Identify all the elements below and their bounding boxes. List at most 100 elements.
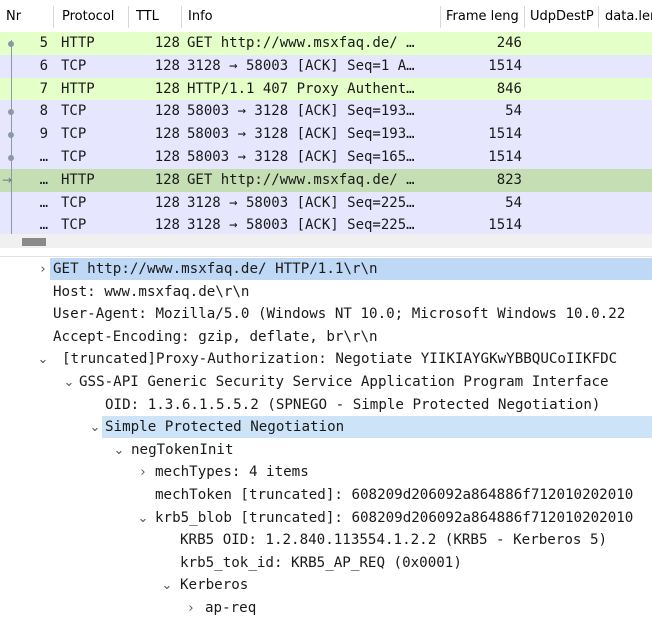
- packet-protocol: HTTP: [61, 35, 95, 51]
- tree-node-label: OID: 1.3.6.1.5.5.2 (SPNEGO - Simple Prot…: [105, 396, 601, 413]
- packet-protocol: TCP: [61, 149, 87, 165]
- tree-node[interactable]: OID: 1.3.6.1.5.5.2 (SPNEGO - Simple Prot…: [0, 394, 652, 417]
- packet-number: …: [39, 149, 48, 165]
- packet-ttl: 128: [154, 126, 180, 143]
- tree-node-label: krb5_tok_id: KRB5_AP_REQ (0x0001): [180, 554, 462, 571]
- packet-number: …: [39, 171, 48, 188]
- tree-node[interactable]: ⌄ krb5_blob [truncated]: 608209d206092a86…: [0, 507, 652, 530]
- packet-row[interactable]: … TCP 128 3128 → 58003 [ACK] Seq=225… 1514: [0, 214, 652, 235]
- column-header-protocol[interactable]: Protocol: [62, 0, 126, 32]
- packet-protocol: TCP: [61, 217, 87, 234]
- tree-node[interactable]: ⌄ negTokenInit: [0, 439, 652, 462]
- packet-frame-length: 846: [496, 80, 522, 97]
- chevron-down-icon[interactable]: ⌄: [62, 371, 76, 394]
- column-header-nr[interactable]: Nr: [6, 0, 46, 32]
- tree-node-label: ap-req: [205, 600, 257, 616]
- packet-protocol: HTTP: [61, 80, 95, 97]
- tree-node[interactable]: mechToken [truncated]: 608209d206092a864…: [0, 484, 652, 507]
- packet-number: 9: [39, 126, 48, 143]
- tree-node-label: krb5_blob [truncated]: 608209d206092a864…: [155, 509, 634, 526]
- packet-number: 7: [39, 80, 48, 97]
- packet-row[interactable]: … TCP 128 58003 → 3128 [ACK] Seq=165… 1514: [0, 146, 652, 169]
- packet-number: 8: [39, 103, 48, 120]
- horizontal-scrollbar[interactable]: [0, 234, 652, 248]
- packet-info: 3128 → 58003 [ACK] Seq=225…: [187, 194, 415, 211]
- tree-node[interactable]: KRB5 OID: 1.2.840.113554.1.2.2 (KRB5 - K…: [0, 529, 652, 552]
- packet-protocol: TCP: [61, 57, 87, 74]
- packet-info: 58003 → 3128 [ACK] Seq=193…: [187, 103, 415, 120]
- tree-node[interactable]: ⌄ Simple Protected Negotiation: [0, 416, 652, 439]
- packet-list: Nr Protocol TTL Info Frame leng UdpDestP…: [0, 0, 652, 235]
- chevron-down-icon[interactable]: ⌄: [112, 439, 126, 462]
- packet-ttl: 128: [154, 103, 180, 120]
- tree-node[interactable]: ⌄ Kerberos: [0, 574, 652, 597]
- chevron-right-icon[interactable]: ›: [136, 461, 150, 484]
- chevron-down-icon[interactable]: ⌄: [36, 348, 50, 371]
- conversation-marker-icon: [8, 108, 14, 115]
- packet-frame-length: 54: [505, 103, 522, 120]
- packet-frame-length: 1514: [488, 149, 522, 165]
- chevron-down-icon[interactable]: ⌄: [160, 574, 174, 597]
- packet-number: 6: [39, 57, 48, 74]
- tree-node-label: negTokenInit: [131, 441, 234, 458]
- packet-row[interactable]: 6 TCP 128 3128 → 58003 [ACK] Seq=1 A… 1514: [0, 54, 652, 78]
- tree-node-label: mechToken [truncated]: 608209d206092a864…: [155, 487, 634, 503]
- packet-info: 3128 → 58003 [ACK] Seq=1 A…: [187, 57, 415, 74]
- chevron-right-icon[interactable]: ›: [36, 258, 50, 281]
- tree-node[interactable]: › GET http://www.msxfaq.de/ HTTP/1.1\r\n: [0, 258, 652, 281]
- packet-frame-length: 246: [496, 35, 522, 51]
- chevron-down-icon[interactable]: ⌄: [88, 416, 102, 439]
- pane-divider[interactable]: [0, 256, 652, 257]
- chevron-right-icon[interactable]: ›: [184, 597, 198, 620]
- packet-ttl: 128: [154, 171, 180, 188]
- packet-frame-length: 1514: [488, 217, 522, 234]
- tree-node[interactable]: Host: www.msxfaq.de\r\n: [0, 281, 652, 304]
- packet-number: 5: [39, 35, 48, 51]
- packet-row[interactable]: 8 TCP 128 58003 → 3128 [ACK] Seq=193… 54: [0, 100, 652, 124]
- packet-row[interactable]: 5 HTTP 128 GET http://www.msxfaq.de/ … 246: [0, 32, 652, 55]
- packet-info: 58003 → 3128 [ACK] Seq=193…: [187, 126, 415, 143]
- packet-row[interactable]: 9 TCP 128 58003 → 3128 [ACK] Seq=193… 1514: [0, 123, 652, 146]
- conversation-marker-icon: [8, 40, 14, 47]
- packet-info: 58003 → 3128 [ACK] Seq=165…: [187, 149, 415, 165]
- tree-node-label: GET http://www.msxfaq.de/ HTTP/1.1\r\n: [53, 261, 378, 277]
- tree-node-label: KRB5 OID: 1.2.840.113554.1.2.2 (KRB5 - K…: [180, 532, 608, 549]
- tree-node[interactable]: krb5_tok_id: KRB5_AP_REQ (0x0001): [0, 552, 652, 575]
- packet-number: …: [39, 217, 48, 234]
- packet-ttl: 128: [154, 217, 180, 234]
- tree-node[interactable]: › mechTypes: 4 items: [0, 461, 652, 484]
- packet-row[interactable]: … TCP 128 3128 → 58003 [ACK] Seq=225… 54: [0, 191, 652, 215]
- packet-row[interactable]: … HTTP 128 GET http://www.msxfaq.de/ … 823: [0, 168, 652, 192]
- packet-ttl: 128: [154, 149, 180, 165]
- tree-node[interactable]: Accept-Encoding: gzip, deflate, br\r\n: [0, 326, 652, 349]
- column-header-udp-dest-port[interactable]: UdpDestP: [530, 0, 596, 32]
- packet-info: HTTP/1.1 407 Proxy Authent…: [187, 80, 415, 97]
- column-header-info[interactable]: Info: [188, 0, 438, 32]
- tree-node[interactable]: ⌄ GSS-API Generic Security Service Applic…: [0, 371, 652, 394]
- tree-node-label: Accept-Encoding: gzip, deflate, br\r\n: [53, 328, 378, 345]
- tree-node-label: Host: www.msxfaq.de\r\n: [53, 283, 250, 300]
- column-header-data-len[interactable]: data.len: [605, 0, 652, 32]
- column-header-frame-length[interactable]: Frame leng: [446, 0, 522, 32]
- packet-info: GET http://www.msxfaq.de/ …: [187, 35, 415, 51]
- packet-ttl: 128: [154, 35, 180, 51]
- packet-info: 3128 → 58003 [ACK] Seq=225…: [187, 217, 415, 234]
- request-arrow-icon: →: [2, 172, 13, 187]
- packet-number: …: [39, 194, 48, 211]
- packet-ttl: 128: [154, 194, 180, 211]
- packet-frame-length: 1514: [488, 126, 522, 143]
- packet-row[interactable]: 7 HTTP 128 HTTP/1.1 407 Proxy Authent… 846: [0, 77, 652, 101]
- tree-node[interactable]: ⌄ [truncated]Proxy-Authorization: Negotia…: [0, 348, 652, 371]
- chevron-down-icon[interactable]: ⌄: [136, 507, 150, 530]
- column-header-ttl[interactable]: TTL: [136, 0, 180, 32]
- packet-protocol: TCP: [61, 103, 87, 120]
- tree-node[interactable]: User-Agent: Mozilla/5.0 (Windows NT 10.0…: [0, 303, 652, 326]
- tree-node[interactable]: › ap-req: [0, 597, 652, 620]
- scrollbar-thumb[interactable]: [22, 238, 46, 246]
- packet-protocol: TCP: [61, 194, 87, 211]
- packet-protocol: HTTP: [61, 171, 95, 188]
- packet-frame-length: 823: [496, 171, 522, 188]
- conversation-marker-icon: [8, 131, 14, 138]
- packet-list-header: Nr Protocol TTL Info Frame leng UdpDestP…: [0, 0, 652, 33]
- tree-node-label: Simple Protected Negotiation: [105, 419, 345, 436]
